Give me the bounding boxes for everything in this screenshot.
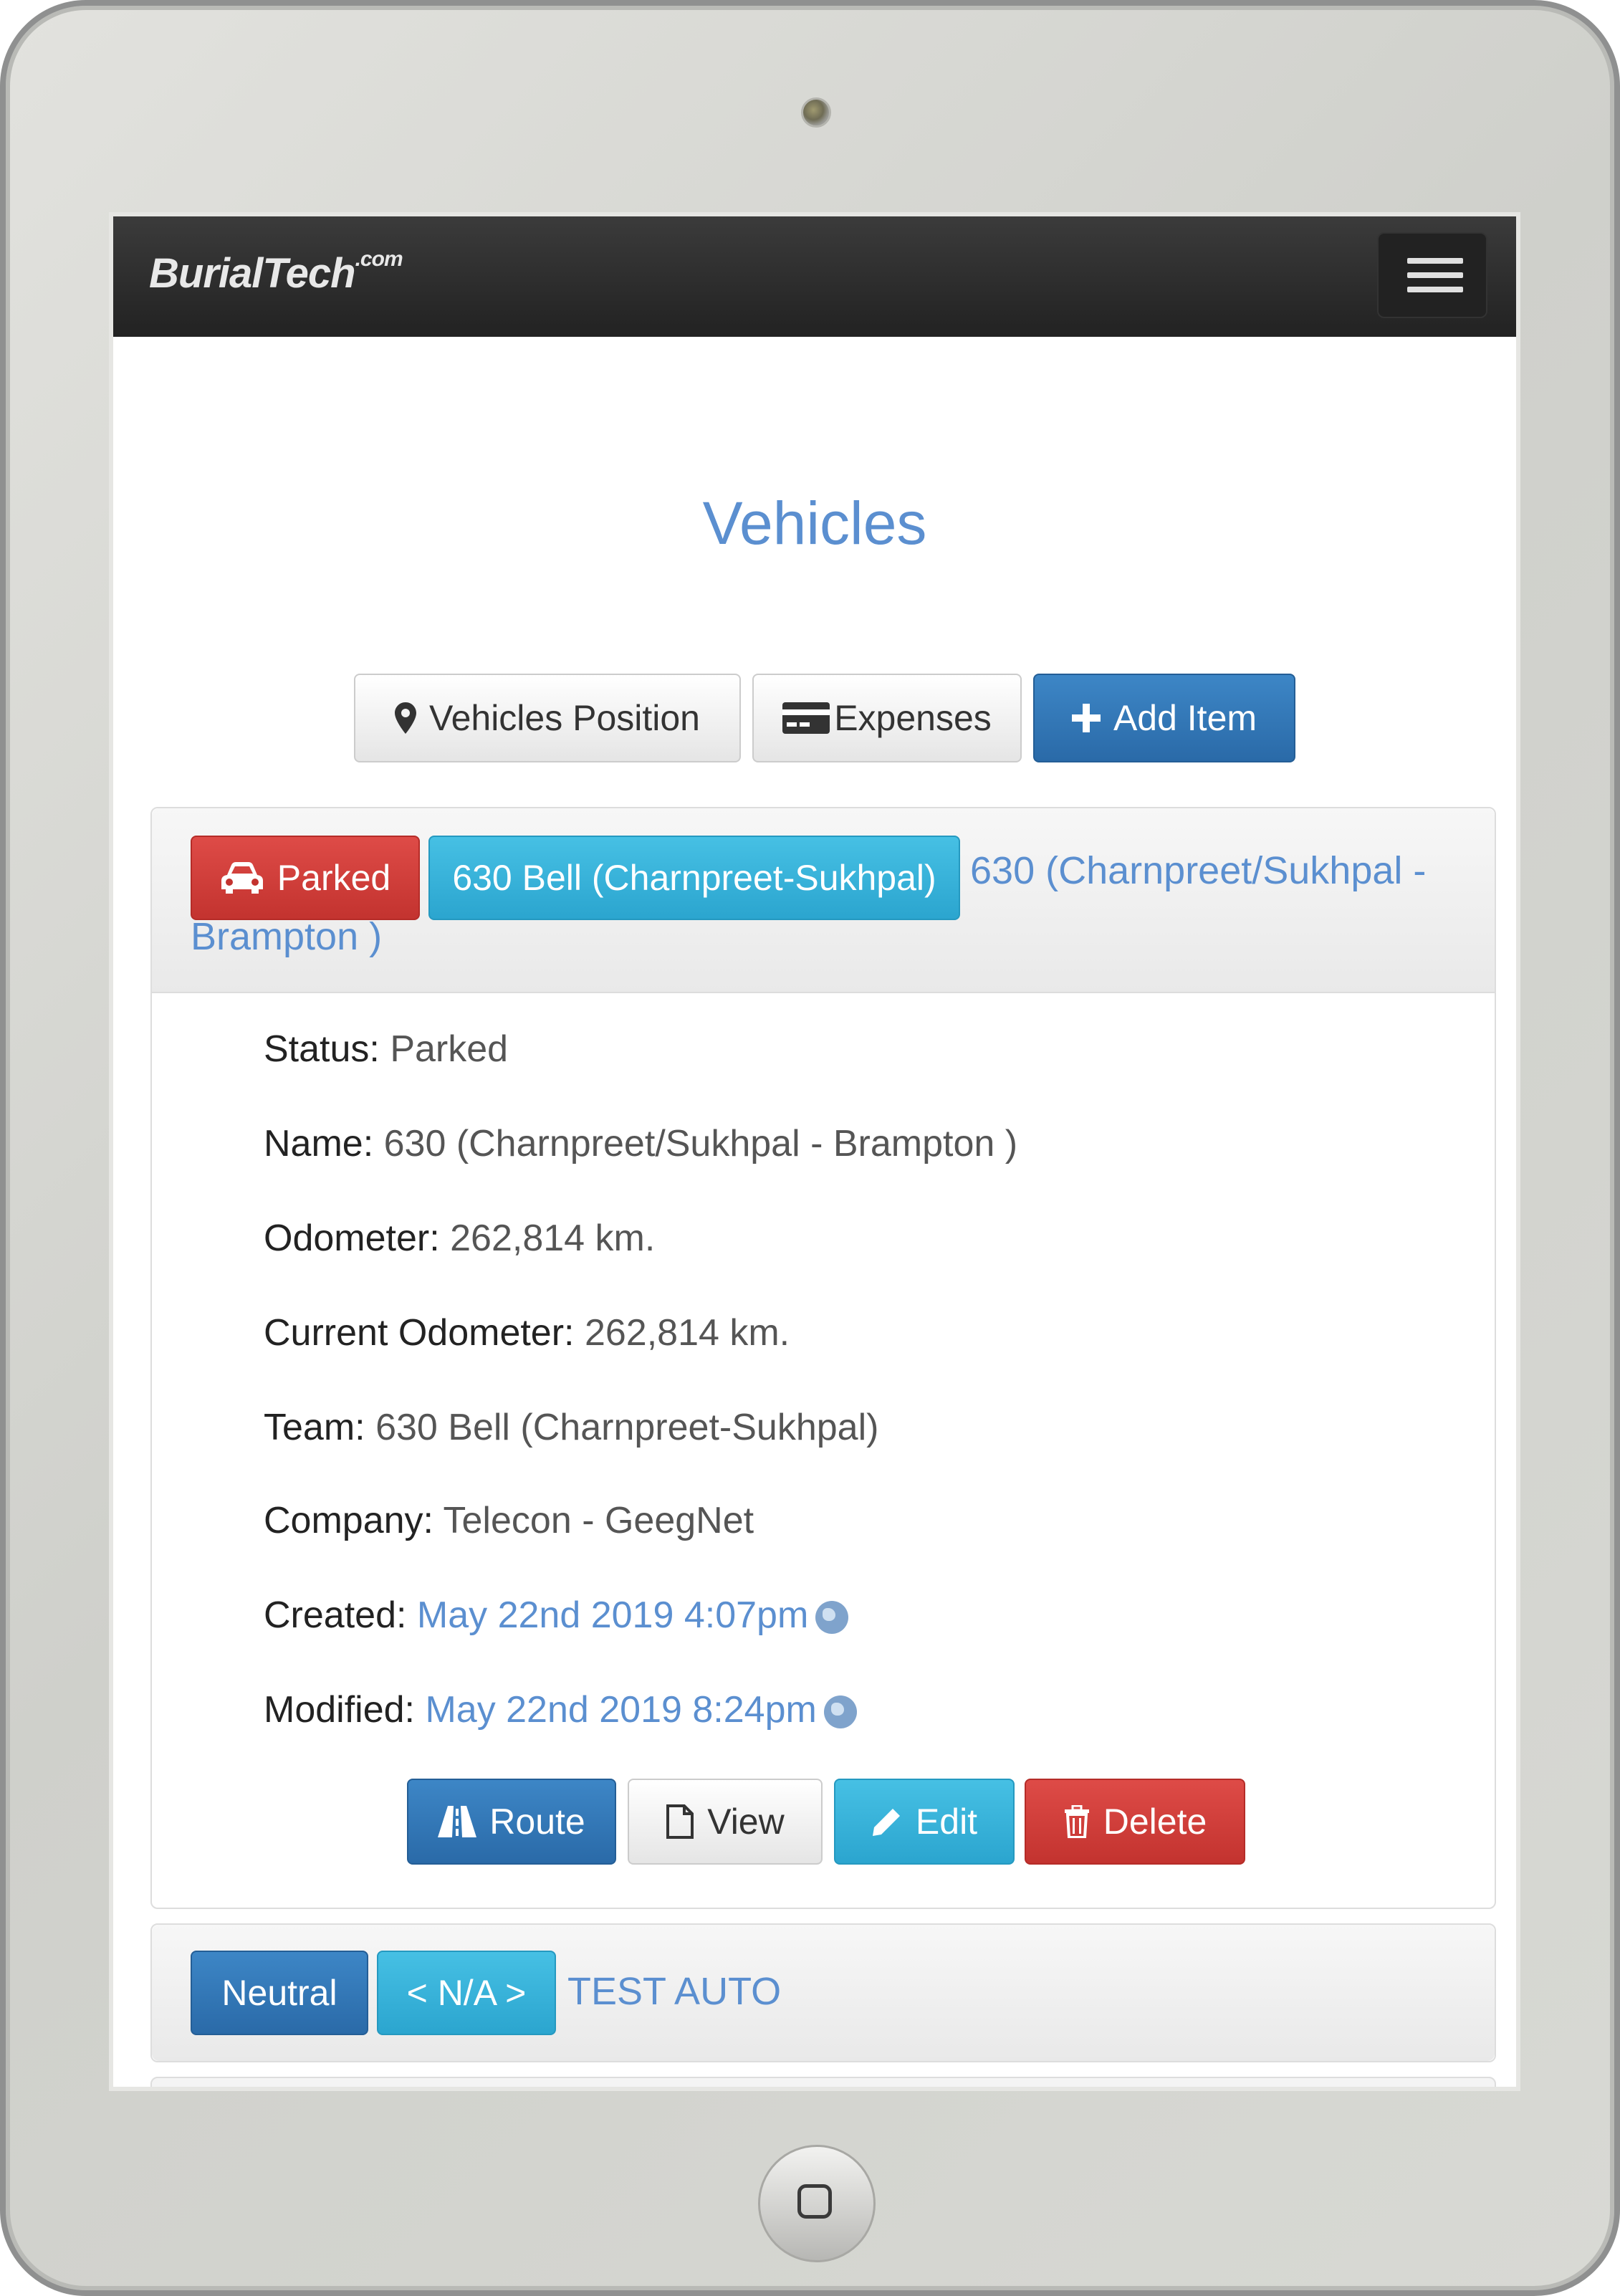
- team-badge[interactable]: 630 Bell (Charnpreet-Sukhpal): [428, 836, 960, 920]
- car-icon: [221, 862, 263, 894]
- vehicles-position-button[interactable]: Vehicles Position: [354, 674, 741, 762]
- name-row: Name: 630 (Charnpreet/Sukhpal - Brampton…: [264, 1122, 1017, 1165]
- team-value: 630 Bell (Charnpreet-Sukhpal): [375, 1407, 879, 1448]
- map-marker-icon: [394, 702, 416, 734]
- created-label: Created:: [264, 1594, 407, 1636]
- odometer-row: Odometer: 262,814 km.: [264, 1217, 655, 1260]
- odometer-value: 262,814 km.: [450, 1218, 656, 1259]
- view-label: View: [707, 1802, 785, 1842]
- modified-label: Modified:: [264, 1689, 415, 1731]
- vehicle-name-link-continued[interactable]: Brampton ): [191, 914, 382, 959]
- expenses-label: Expenses: [834, 698, 992, 738]
- globe-icon[interactable]: [815, 1601, 849, 1635]
- menu-toggle-button[interactable]: [1377, 232, 1487, 318]
- name-value: 630 (Charnpreet/Sukhpal - Brampton ): [383, 1123, 1018, 1164]
- team-label: Team:: [264, 1407, 365, 1448]
- company-label: Company:: [264, 1500, 433, 1541]
- plus-icon: [1071, 704, 1101, 732]
- status-badge-parked[interactable]: Parked: [191, 836, 420, 920]
- view-button[interactable]: View: [628, 1779, 823, 1865]
- tablet-frame: BurialTech.com Vehicles Vehicles Positio…: [0, 0, 1620, 2296]
- created-value[interactable]: May 22nd 2019 4:07pm: [417, 1594, 808, 1636]
- vehicles-position-label: Vehicles Position: [428, 698, 700, 738]
- route-label: Route: [489, 1802, 585, 1842]
- globe-icon[interactable]: [823, 1695, 857, 1729]
- vehicle-name-link[interactable]: TEST AUTO: [567, 1969, 781, 2014]
- vehicle-name-link[interactable]: 630 (Charnpreet/Sukhpal -: [970, 848, 1426, 893]
- brand-logo[interactable]: BurialTech.com: [149, 247, 403, 297]
- trash-icon: [1064, 1805, 1089, 1838]
- route-button[interactable]: Route: [407, 1779, 616, 1865]
- delete-button[interactable]: Delete: [1025, 1779, 1245, 1865]
- name-label: Name:: [264, 1123, 374, 1164]
- vehicle-panel: Neutral < N/A > TEST AUTO: [150, 1923, 1496, 2062]
- home-icon: [797, 2184, 832, 2219]
- edit-label: Edit: [915, 1802, 978, 1842]
- credit-card-icon: [782, 702, 830, 734]
- pencil-icon: [872, 1809, 900, 1836]
- hamburger-bar: [1407, 272, 1463, 278]
- camera-icon: [801, 97, 831, 128]
- modified-row: Modified: May 22nd 2019 8:24pm: [264, 1688, 857, 1731]
- add-item-label: Add Item: [1113, 698, 1257, 738]
- status-label: Status:: [264, 1028, 380, 1070]
- vehicle-panel-heading: Parked 630 Bell (Charnpreet-Sukhpal) 630…: [152, 808, 1495, 993]
- team-row: Team: 630 Bell (Charnpreet-Sukhpal): [264, 1406, 878, 1449]
- company-row: Company: Telecon - GeegNet: [264, 1499, 754, 1542]
- vehicle-panel-heading: Neutral < N/A > TEST AUTO: [152, 1925, 1495, 2061]
- status-badge-label: Parked: [277, 858, 391, 898]
- status-row: Status: Parked: [264, 1028, 508, 1071]
- current-odometer-label: Current Odometer:: [264, 1312, 575, 1354]
- page-title: Vehicles: [702, 489, 927, 557]
- team-badge[interactable]: < N/A >: [377, 1951, 556, 2035]
- screen: BurialTech.com Vehicles Vehicles Positio…: [109, 212, 1520, 2091]
- modified-value[interactable]: May 22nd 2019 8:24pm: [425, 1689, 816, 1731]
- brand-suffix: .com: [355, 247, 403, 271]
- file-icon: [666, 1804, 694, 1839]
- current-odometer-row: Current Odometer: 262,814 km.: [264, 1311, 790, 1354]
- created-row: Created: May 22nd 2019 4:07pm: [264, 1594, 849, 1637]
- expenses-button[interactable]: Expenses: [752, 674, 1022, 762]
- brand-name: BurialTech: [149, 250, 356, 297]
- delete-label: Delete: [1103, 1802, 1207, 1842]
- hamburger-icon: [1407, 258, 1463, 264]
- hamburger-bar: [1407, 287, 1463, 292]
- edit-button[interactable]: Edit: [834, 1779, 1015, 1865]
- add-item-button[interactable]: Add Item: [1033, 674, 1295, 762]
- vehicle-panel: Parked 630 Bell (Charnpreet-Sukhpal) 630…: [150, 807, 1496, 1909]
- status-badge-neutral[interactable]: Neutral: [191, 1951, 368, 2035]
- odometer-label: Odometer:: [264, 1218, 440, 1259]
- home-button[interactable]: [758, 2145, 876, 2262]
- navbar: BurialTech.com: [113, 216, 1516, 337]
- road-icon: [438, 1806, 477, 1837]
- vehicle-panel-partial: [150, 2077, 1496, 2087]
- current-odometer-value: 262,814 km.: [584, 1312, 790, 1354]
- status-value: Parked: [390, 1028, 509, 1070]
- company-value: Telecon - GeegNet: [443, 1500, 754, 1541]
